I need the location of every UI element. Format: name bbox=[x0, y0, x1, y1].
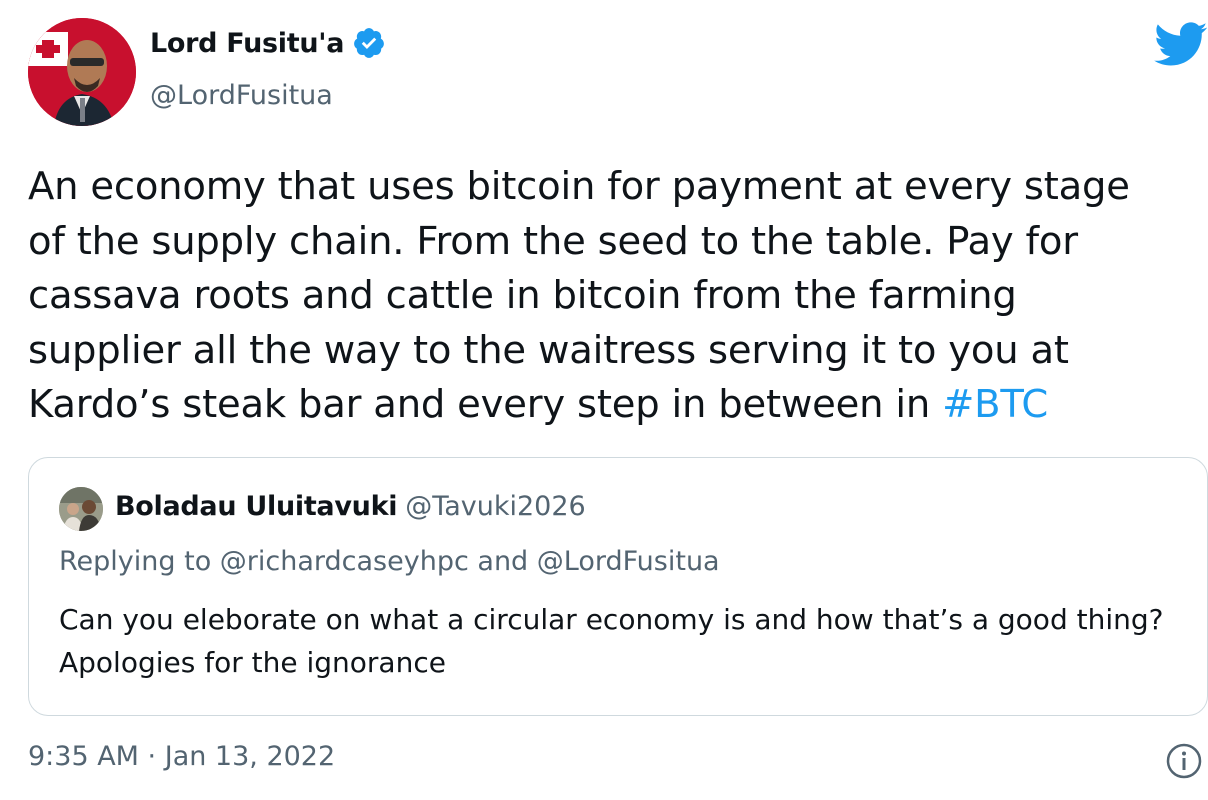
hashtag-link[interactable]: #BTC bbox=[942, 382, 1048, 427]
author-display-name[interactable]: Lord Fusitu'a bbox=[150, 26, 386, 60]
tweet-timestamp[interactable]: 9:35 AM · Jan 13, 2022 bbox=[28, 741, 335, 772]
author-handle[interactable]: @LordFusitua bbox=[150, 80, 333, 111]
twitter-bird-icon[interactable] bbox=[1152, 16, 1208, 72]
quoted-tweet-card[interactable]: Boladau Uluitavuki @Tavuki2026 Replying t… bbox=[28, 457, 1208, 716]
tweet-text: An economy that uses bitcoin for payment… bbox=[28, 160, 1203, 433]
quoted-author-avatar[interactable] bbox=[59, 487, 103, 531]
author-name-text: Lord Fusitu'a bbox=[150, 27, 345, 59]
verified-badge-icon bbox=[352, 26, 386, 60]
quoted-tweet-header: Boladau Uluitavuki @Tavuki2026 bbox=[115, 491, 586, 522]
quoted-author-handle[interactable]: @Tavuki2026 bbox=[405, 491, 586, 522]
info-icon[interactable] bbox=[1166, 743, 1202, 779]
quoted-tweet-text: Can you eleborate on what a circular eco… bbox=[59, 603, 1164, 679]
replying-to-text: Replying to @richardcaseyhpc and @LordFu… bbox=[59, 546, 720, 577]
quoted-author-name[interactable]: Boladau Uluitavuki bbox=[115, 491, 397, 522]
author-avatar[interactable] bbox=[28, 18, 136, 126]
